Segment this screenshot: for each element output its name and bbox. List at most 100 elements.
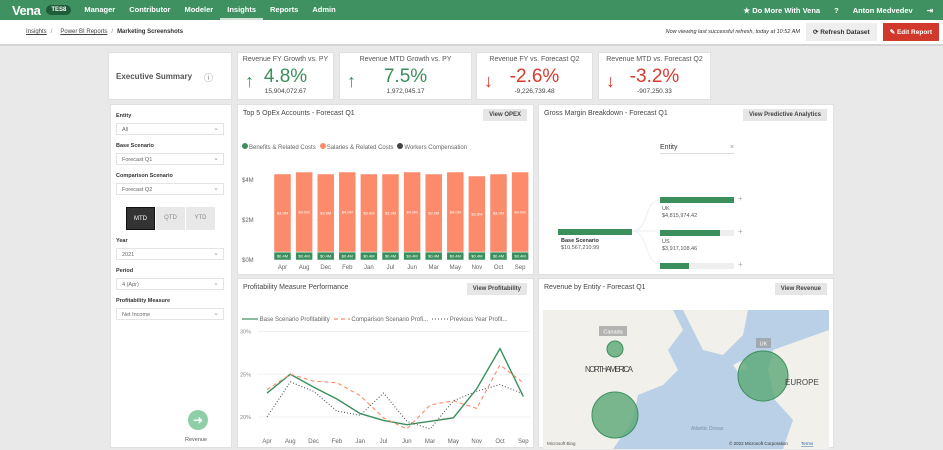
edit-report-button[interactable]: ✎ Edit Report xyxy=(882,23,939,41)
view-revenue-button[interactable]: View Revenue xyxy=(774,283,827,295)
x-tick-label: Feb xyxy=(332,439,343,445)
us-bubble[interactable] xyxy=(591,391,639,439)
toggle-qtd[interactable]: QTD xyxy=(156,207,185,230)
period-toggle: MTD QTD YTD xyxy=(111,207,231,230)
period-dropdown[interactable]: 4 (Apr) xyxy=(116,278,224,290)
do-more-link[interactable]: ★ Do More With Vena xyxy=(743,6,820,15)
data-label: $3.9M xyxy=(428,211,439,216)
nav-insights[interactable]: Insights xyxy=(220,0,263,20)
data-label: $0.4M xyxy=(277,254,288,259)
root-bar[interactable] xyxy=(558,229,632,235)
x-tick-label: Sep xyxy=(515,265,526,271)
data-label: $4.0M xyxy=(342,210,353,215)
year-dropdown[interactable]: 2021 xyxy=(116,248,224,260)
data-label: $3.8M xyxy=(471,212,482,217)
series-line xyxy=(266,347,524,426)
profitability-measure-label: Profitability Measure xyxy=(116,298,171,304)
executive-summary-title: Executive Summary xyxy=(116,72,193,81)
node-bar-track xyxy=(660,263,734,269)
breadcrumb-power-bi[interactable]: Power BI Reports xyxy=(60,29,107,35)
arrow-down-icon: ↓ xyxy=(484,71,493,91)
info-icon[interactable]: ⓘ xyxy=(204,71,213,84)
toggle-mtd[interactable]: MTD xyxy=(126,207,155,230)
executive-summary-card: Executive Summary ⓘ xyxy=(108,52,232,100)
expand-icon[interactable]: + xyxy=(738,227,743,236)
kpi-subvalue: -907,250.33 xyxy=(637,88,672,95)
terms-link[interactable]: Terms xyxy=(801,441,814,446)
filter-sidebar: Entity All Base Scenario Forecast Q1 Com… xyxy=(110,104,232,448)
data-label: $0.4M xyxy=(299,254,310,259)
data-label: $3.9M xyxy=(493,211,504,216)
toggle-ytd[interactable]: YTD xyxy=(186,207,215,230)
data-label: $0.4M xyxy=(450,254,461,259)
data-label: $0.4M xyxy=(493,254,504,259)
data-label: $0.4M xyxy=(407,254,418,259)
arrow-up-icon: ↑ xyxy=(347,71,356,91)
help-icon[interactable]: ? xyxy=(834,6,839,15)
revenue-nav-label[interactable]: Revenue xyxy=(185,437,207,443)
user-menu[interactable]: Anton Medvedev xyxy=(853,6,913,15)
breadcrumb-insights[interactable]: Insights xyxy=(26,29,47,35)
data-label: $0.4M xyxy=(471,254,482,259)
arrow-right-icon[interactable]: ➜ xyxy=(188,410,208,430)
revmap-title: Revenue by Entity - Forecast Q1 xyxy=(544,284,646,291)
x-tick-label: Aug xyxy=(299,265,310,271)
breadcrumb-current: Marketing Screenshots xyxy=(117,29,184,35)
kpi-card: Revenue MTD Growth vs. PY ↑ 7.5% 1,972,045.… xyxy=(339,52,472,100)
x-tick-label: Sep xyxy=(518,439,529,445)
data-label: $0.4M xyxy=(428,254,439,259)
period-label: Period xyxy=(116,268,134,274)
x-tick-label: Mar xyxy=(429,265,439,271)
kpi-card: Revenue FY vs. Forecast Q2 ↓ -2.6% -9,226,7… xyxy=(476,52,593,100)
canada-bubble[interactable] xyxy=(606,340,624,358)
x-tick-label: Jan xyxy=(355,439,365,445)
node-value: $3,917,108.46 xyxy=(662,246,698,252)
expand-icon[interactable]: + xyxy=(738,194,743,203)
map-copyright: © 2022 Microsoft Corporation xyxy=(729,440,788,446)
x-tick-label: Aug xyxy=(285,439,296,445)
nav-admin[interactable]: Admin xyxy=(305,0,342,20)
arrow-down-icon: ↓ xyxy=(606,71,615,91)
profitability-measure-dropdown[interactable]: Net Income xyxy=(116,308,224,320)
gross-margin-panel: Gross Margin Breakdown - Forecast Q1 Vie… xyxy=(538,104,834,275)
data-label: $3.9M xyxy=(363,211,374,216)
data-label: $4.0M xyxy=(299,210,310,215)
kpi-card: Revenue FY Growth vs. PY ↑ 4.8% 15,904,072.… xyxy=(237,52,334,100)
kpi-value: -3.2% xyxy=(629,66,680,87)
node-bar-track xyxy=(660,230,734,236)
nav-modeler[interactable]: Modeler xyxy=(177,0,220,20)
y-tick-label: 20% xyxy=(240,415,251,421)
x-tick-label: Jun xyxy=(407,265,417,271)
data-label: $4.0M xyxy=(515,210,526,215)
nav-manager[interactable]: Manager xyxy=(77,0,122,20)
node-value: $4,815,974.42 xyxy=(662,213,698,219)
x-tick-label: Nov xyxy=(472,265,483,271)
kpi-value: -2.6% xyxy=(509,66,560,87)
refresh-dataset-button[interactable]: ⟳ Refresh Dataset xyxy=(805,23,877,41)
profitability-line-chart: 20% 25% 30% Apr Aug Dec Feb Jan Jul Jun Mar May Nov O… xyxy=(240,330,530,445)
x-tick-label: May xyxy=(450,265,461,271)
y-tick-label: $4M xyxy=(242,178,254,184)
y-tick-label: 25% xyxy=(240,372,251,378)
data-label: $4.0M xyxy=(407,210,418,215)
ocean-label: Atlantic Ocean xyxy=(691,426,724,432)
data-label: $3.9M xyxy=(277,211,288,216)
data-label: $0.4M xyxy=(342,254,353,259)
nav-reports[interactable]: Reports xyxy=(263,0,305,20)
entity-dropdown[interactable]: All xyxy=(116,123,224,135)
expand-icon[interactable]: + xyxy=(738,260,743,269)
x-tick-label: Oct xyxy=(495,439,505,445)
revenue-map-panel: Revenue by Entity - Forecast Q1 View Rev… xyxy=(538,278,834,449)
nav-contributor[interactable]: Contributor xyxy=(122,0,177,20)
x-tick-label: Jan xyxy=(364,265,374,271)
uk-label: UK xyxy=(760,342,768,348)
data-label: $4.0M xyxy=(450,210,461,215)
uk-bubble[interactable] xyxy=(737,350,789,402)
breadcrumb-bar: Insights / Power BI Reports / Marketing Sc… xyxy=(0,20,943,46)
comparison-scenario-dropdown[interactable]: Forecast Q2 xyxy=(116,183,224,195)
logout-icon[interactable]: ⇥ xyxy=(927,6,933,15)
kpi-title: Revenue MTD Growth vs. PY xyxy=(359,56,452,63)
x-tick-label: Dec xyxy=(320,265,331,271)
base-scenario-dropdown[interactable]: Forecast Q1 xyxy=(116,153,224,165)
revenue-map[interactable]: Canada UK NORTH AMERICA EUROPE Atlantic … xyxy=(543,310,829,449)
